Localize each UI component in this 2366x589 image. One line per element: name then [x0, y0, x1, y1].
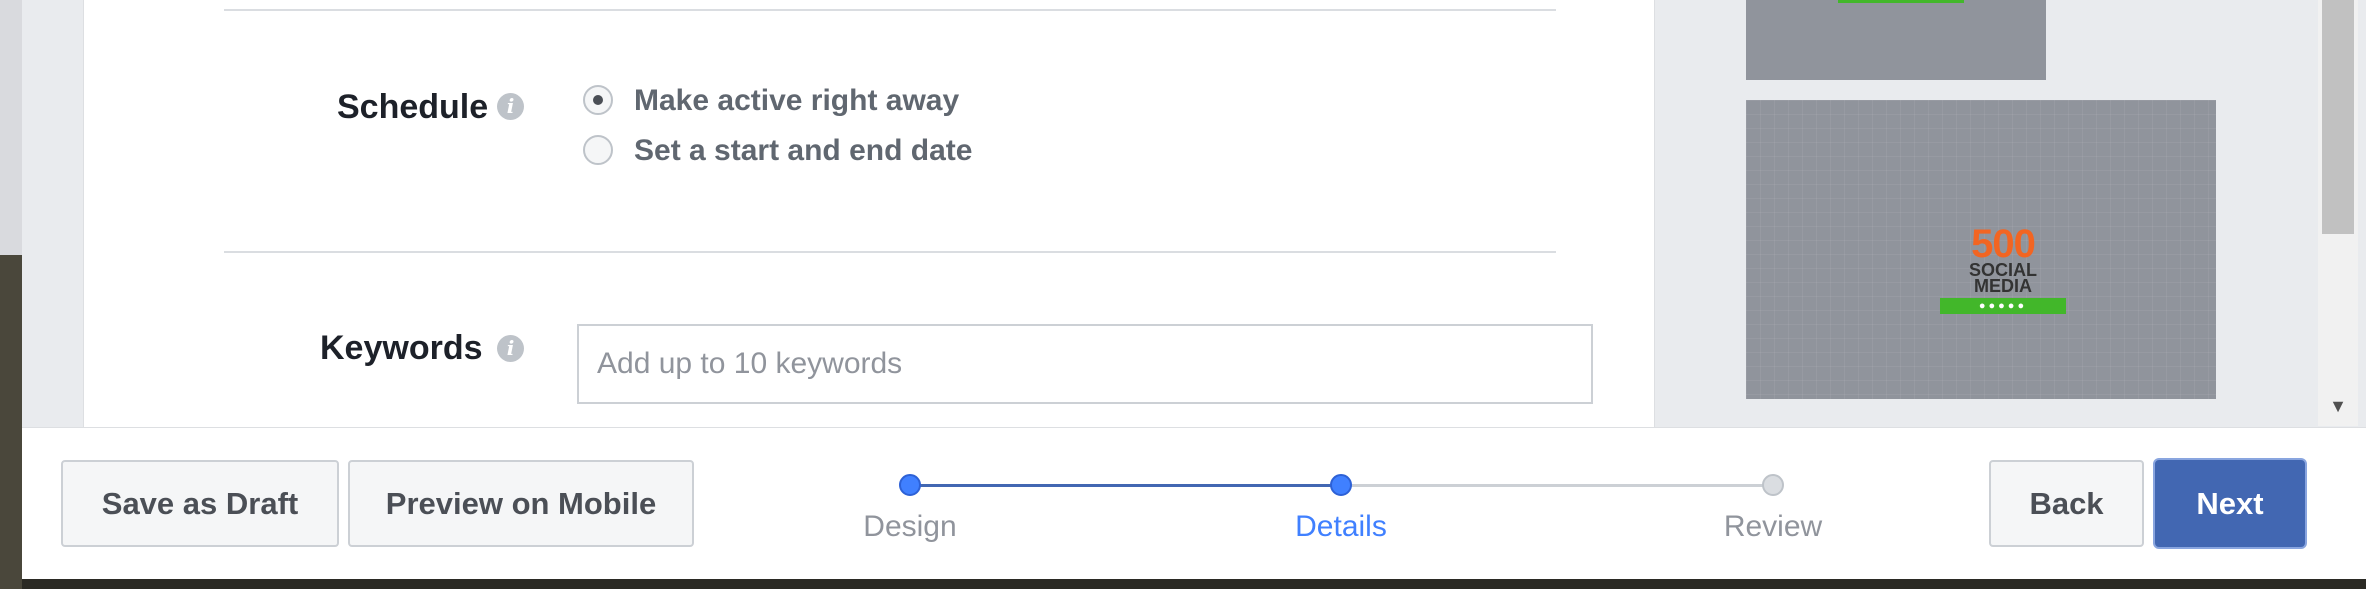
preview-on-mobile-button[interactable]: Preview on Mobile: [348, 460, 694, 547]
preview-thumbnail-top: [1746, 0, 2046, 80]
progress-track-remaining: [1341, 484, 1773, 487]
logo-line2: MEDIA: [1974, 276, 2032, 296]
step-review-dot[interactable]: [1762, 474, 1784, 496]
info-icon[interactable]: i: [497, 335, 524, 362]
keywords-label: Keywords: [320, 329, 483, 367]
next-button[interactable]: Next: [2155, 460, 2305, 547]
logo-social-icons: ●●●●●: [1940, 298, 2066, 314]
step-details-label[interactable]: Details: [1241, 510, 1441, 544]
step-review-label[interactable]: Review: [1673, 510, 1873, 544]
save-as-draft-button[interactable]: Save as Draft: [61, 460, 339, 547]
scrollbar-thumb[interactable]: [2322, 0, 2354, 234]
section-divider: [224, 251, 1556, 253]
progress-track-complete: [910, 484, 1341, 487]
info-icon[interactable]: i: [497, 93, 524, 120]
schedule-label: Schedule: [337, 88, 489, 126]
keywords-input[interactable]: [577, 324, 1593, 404]
section-divider: [224, 9, 1556, 11]
scroll-down-arrow-icon[interactable]: ▼: [2322, 396, 2354, 416]
brand-logo: 500 SOCIAL MEDIA ●●●●●: [1940, 222, 2066, 314]
preview-thumbnail-top-bar: [1838, 0, 1964, 3]
step-design-label[interactable]: Design: [810, 510, 1010, 544]
radio-make-active-label[interactable]: Make active right away: [634, 84, 959, 118]
radio-make-active[interactable]: [583, 85, 613, 115]
radio-start-end-date[interactable]: [583, 135, 613, 165]
step-design-dot[interactable]: [899, 474, 921, 496]
page-backdrop-top: [0, 0, 22, 255]
step-details-dot[interactable]: [1330, 474, 1352, 496]
logo-number: 500: [1971, 222, 2036, 266]
back-button[interactable]: Back: [1989, 460, 2144, 547]
radio-start-end-date-label[interactable]: Set a start and end date: [634, 134, 972, 168]
